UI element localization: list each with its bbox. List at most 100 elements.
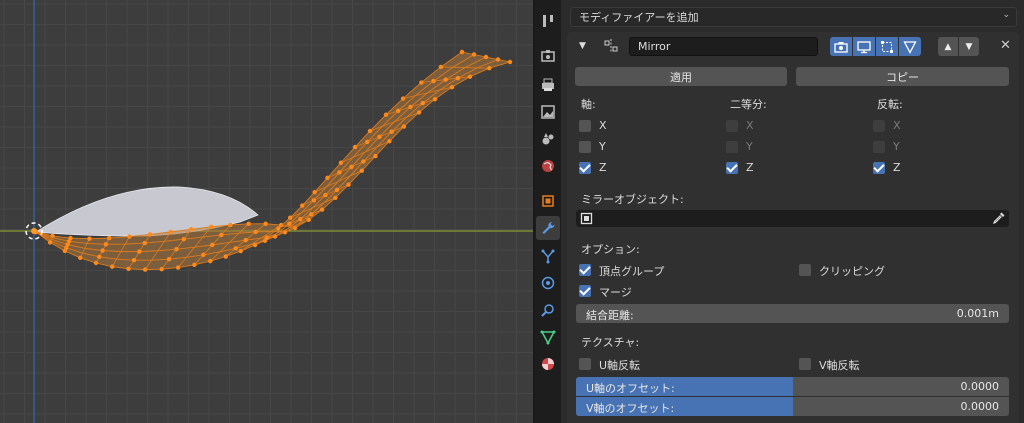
apply-button[interactable]: 適用 [575,67,787,86]
mesh-vertex [192,262,197,268]
axis-x-checkbox[interactable] [579,120,591,132]
mesh-vertex [396,108,401,114]
add-modifier-dropdown[interactable]: モディファイアーを追加 ⌄ [570,7,1017,27]
arrow-up-icon: ▲ [944,41,952,52]
axis-z-checkbox[interactable] [579,162,591,174]
show-render-toggle[interactable] [830,37,852,56]
particles-tab[interactable] [536,244,560,268]
modifier-name-field[interactable]: Mirror [629,37,818,56]
merge-distance-field[interactable]: 結合距離: 0.001m [576,304,1009,323]
clipping-checkbox[interactable] [799,264,811,276]
mesh-vertex [174,247,179,252]
move-up-button[interactable]: ▲ [938,37,958,56]
mesh-vertex [389,129,394,134]
mesh-vertex [323,192,328,198]
mirror-object-label: ミラーオブジェクト: [581,193,684,206]
mesh-vertex [287,221,292,226]
show-in-editmode-toggle[interactable] [876,37,898,56]
mesh-vertex [208,224,214,230]
mesh-vertex [97,254,102,259]
vertex-groups-checkbox[interactable] [579,264,591,276]
mesh-vertex [93,260,99,266]
mirror-object-field[interactable] [576,210,1009,227]
view-layer-tab[interactable] [536,100,560,124]
bisect-x-label: X [746,119,754,132]
physics-tab[interactable] [536,271,560,295]
v-offset-value: 0.0000 [960,400,1000,413]
u-flip-label: U軸反転 [599,359,641,372]
render-tab[interactable] [536,44,560,68]
mesh-data-icon [540,330,556,345]
mesh-vertex [467,74,473,79]
close-icon[interactable]: ✕ [1000,38,1011,53]
mesh-vertex [109,264,115,269]
mesh-vertex [47,240,53,245]
bisect-x-checkbox[interactable] [726,120,738,132]
camera-icon [541,50,555,62]
mesh-vertex [87,236,92,241]
v-offset-slider[interactable]: V軸のオフセット: 0.0000 [576,397,1009,416]
object-icon [542,195,554,207]
u-offset-slider[interactable]: U軸のオフセット: 0.0000 [576,377,1009,396]
flip-x-checkbox[interactable] [873,120,885,132]
properties-tab-bar [535,0,561,423]
merge-label: マージ [599,286,632,299]
mesh-vertex [166,256,172,262]
mesh-vertex [495,57,501,62]
object-origin-icon [31,228,37,234]
constraint-icon [541,304,554,317]
axis-x-label: X [599,119,607,132]
constraints-tab[interactable] [536,298,560,322]
mesh-vertex [298,216,303,222]
bisect-z-checkbox[interactable] [726,162,738,174]
bisect-y-checkbox[interactable] [726,141,738,153]
flip-z-label: Z [893,161,901,174]
modifier-tab[interactable] [536,216,560,240]
tool-tab[interactable] [536,9,560,33]
output-tab[interactable] [536,73,560,97]
mesh-vertex [288,215,293,220]
flip-z-checkbox[interactable] [873,162,885,174]
flip-header: 反転: [877,98,903,111]
bisect-header: 二等分: [730,98,767,111]
mesh-vertex [455,75,461,81]
mesh-vertex [507,59,513,65]
mesh-vertex [175,265,181,270]
flip-y-checkbox[interactable] [873,141,885,153]
eyedropper-icon[interactable] [992,211,1006,225]
show-viewport-toggle[interactable] [853,37,875,56]
move-down-button[interactable]: ▼ [959,37,979,56]
axis-z-label: Z [599,161,607,174]
merge-distance-value: 0.001m [956,307,999,320]
data-tab[interactable] [536,325,560,349]
mesh-vertex [408,104,413,110]
mesh-vertex [168,229,173,235]
on-cage-toggle[interactable] [899,37,921,56]
v-flip-label: V軸反転 [819,359,860,372]
v-offset-label: V軸のオフセット: [586,402,675,415]
merge-checkbox[interactable] [579,285,591,297]
mesh-vertex [431,78,436,84]
v-flip-checkbox[interactable] [799,358,811,370]
material-icon [542,358,554,370]
u-flip-checkbox[interactable] [579,358,591,370]
mesh-vertex [223,254,228,259]
object-tab[interactable] [536,189,560,213]
mesh-vertex [201,252,206,258]
mesh-vertex [352,144,358,150]
collapse-arrow-icon[interactable]: ▼ [579,41,586,51]
viewport-canvas[interactable] [0,0,533,423]
bisect-z-label: Z [746,161,754,174]
bisect-y-label: Y [746,140,753,153]
copy-button[interactable]: コピー [796,67,1009,86]
material-tab[interactable] [536,352,560,376]
clipping-label: クリッピング [819,265,885,278]
axis-y-checkbox[interactable] [579,141,591,153]
world-tab[interactable] [536,154,560,178]
3d-viewport[interactable] [0,0,533,423]
scene-tab[interactable] [536,127,560,151]
merge-distance-label: 結合距離: [586,309,634,322]
mesh-vertex [159,266,164,272]
mesh-vertex [306,217,311,223]
mesh-vertex [346,182,351,187]
